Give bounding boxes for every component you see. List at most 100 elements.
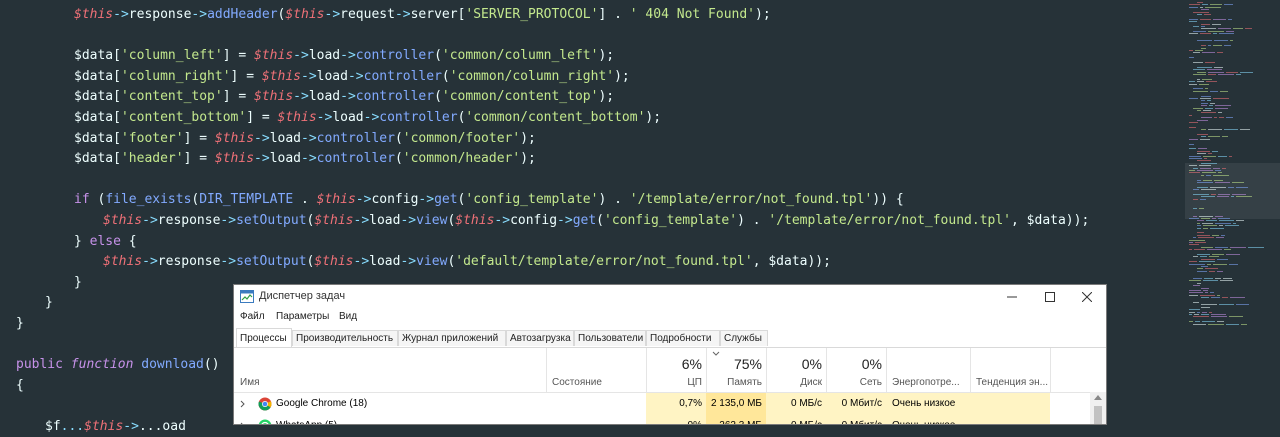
code-line[interactable]: public function download() — [16, 355, 220, 375]
code-line[interactable]: { — [16, 376, 24, 396]
minimap-line — [1193, 208, 1197, 210]
column-status[interactable]: Состояние — [552, 377, 602, 388]
column-memory[interactable]: Память — [708, 377, 762, 388]
minimap-line — [1209, 311, 1212, 313]
code-line[interactable]: $data['footer'] = $this->load->controlle… — [74, 129, 536, 149]
column-power[interactable]: Энергопотре... — [892, 377, 960, 388]
minimap-line — [1208, 129, 1222, 131]
menu-options[interactable]: Параметры — [276, 311, 329, 322]
minimap-line — [1236, 304, 1249, 306]
minimap-line — [1215, 170, 1221, 171]
column-power-trend[interactable]: Тенденция эн... — [976, 377, 1048, 388]
process-disk: 0 МБ/с — [766, 415, 826, 424]
minimap-line — [1230, 246, 1246, 248]
column-cpu[interactable]: ЦП — [648, 377, 702, 388]
minimap-viewport[interactable] — [1185, 163, 1280, 219]
code-token: -> — [254, 130, 270, 146]
minimap-line — [1215, 182, 1230, 183]
code-token: $this — [455, 213, 495, 228]
menu-view[interactable]: Вид — [339, 311, 357, 322]
code-token: ] . — [598, 7, 630, 22]
code-line[interactable]: $data['column_right'] = $this->load->con… — [74, 67, 630, 87]
tab-services[interactable]: Службы — [720, 330, 768, 346]
code-line[interactable]: $data['content_top'] = $this->load->cont… — [74, 87, 614, 107]
title-bar[interactable]: Диспетчер задач — [234, 285, 1106, 309]
code-token: ] = — [230, 68, 262, 84]
minimap-line — [1222, 167, 1226, 169]
scrollbar[interactable] — [1090, 392, 1106, 424]
code-token: load — [269, 151, 302, 167]
close-icon — [1082, 292, 1092, 302]
minimap-line — [1240, 129, 1250, 131]
code-line[interactable]: $data['column_left'] = $this->load->cont… — [74, 46, 614, 66]
code-token: 'column_left' — [120, 48, 223, 64]
code-token: config — [510, 213, 558, 228]
code-token: file_exists — [105, 192, 192, 208]
code-line[interactable]: $f...$this->...oad — [45, 417, 186, 437]
code-token: ( — [596, 213, 604, 228]
code-line[interactable]: $this->response->addHeader($this->reques… — [74, 5, 771, 25]
network-percent[interactable]: 0% — [828, 356, 882, 372]
tab-users[interactable]: Пользователи — [574, 330, 646, 346]
code-line[interactable]: $data['content_bottom'] = $this->load->c… — [74, 108, 661, 128]
code-token: setOutput — [236, 254, 307, 270]
code-line[interactable]: } — [16, 314, 24, 334]
code-token: -> — [418, 192, 435, 208]
process-row[interactable]: WhatsApp (5) 0% 262,3 МБ 0 МБ/с 0 Мбит/с… — [234, 415, 1090, 424]
column-name[interactable]: Имя — [240, 377, 259, 388]
memory-percent[interactable]: 75% — [708, 356, 762, 372]
code-line[interactable]: } else { — [74, 232, 137, 252]
tab-performance[interactable]: Производительность — [292, 330, 398, 346]
cpu-percent[interactable]: 6% — [648, 356, 702, 372]
code-token: load — [316, 68, 348, 84]
minimap-line — [1201, 26, 1205, 27]
minimap-line — [1202, 78, 1212, 80]
code-line[interactable]: $this->response->setOutput($this->load->… — [103, 211, 1089, 231]
minimap-line — [1201, 47, 1206, 49]
column-divider — [886, 348, 887, 392]
column-divider — [706, 348, 707, 392]
code-token: ); — [598, 89, 615, 105]
minimap-line — [1197, 186, 1208, 188]
code-line[interactable]: $data['header'] = $this->load->controlle… — [74, 149, 536, 169]
close-button[interactable] — [1068, 285, 1106, 309]
code-line[interactable]: if (file_exists(DIR_TEMPLATE . $this->co… — [74, 190, 904, 210]
maximize-button[interactable] — [1031, 285, 1069, 309]
disk-percent[interactable]: 0% — [768, 356, 822, 372]
code-line[interactable]: } — [74, 273, 82, 293]
scrollbar-thumb[interactable] — [1094, 406, 1102, 424]
minimap-line — [1202, 52, 1215, 54]
code-token: public — [16, 357, 71, 373]
code-token: 'config_template' — [604, 213, 738, 228]
minimap-line — [1201, 258, 1215, 260]
code-line[interactable]: } — [45, 293, 53, 313]
process-row[interactable]: Google Chrome (18) 0,7% 2 135,0 МБ 0 МБ/… — [234, 393, 1090, 415]
minimap-line — [1225, 225, 1239, 227]
tab-details[interactable]: Подробности — [646, 330, 720, 346]
tab-app-history[interactable]: Журнал приложений — [398, 330, 506, 346]
code-token: -> — [191, 7, 208, 22]
minimap-line — [1197, 66, 1212, 68]
minimap-line — [1189, 126, 1196, 128]
minimap-line — [1201, 105, 1207, 107]
process-cpu: 0% — [646, 415, 706, 424]
minimap[interactable] — [1185, 0, 1280, 425]
menu-file[interactable]: Файл — [240, 311, 265, 322]
window-title: Диспетчер задач — [259, 290, 346, 302]
tab-processes[interactable]: Процессы — [236, 328, 292, 347]
minimap-line — [1195, 50, 1203, 51]
column-network[interactable]: Сеть — [828, 377, 882, 388]
minimap-line — [1200, 256, 1207, 258]
column-disk[interactable]: Диск — [768, 377, 822, 388]
minimap-line — [1201, 23, 1210, 25]
scroll-up-icon[interactable] — [1094, 395, 1102, 401]
minimize-button[interactable] — [993, 285, 1031, 309]
code-line[interactable]: $this->response->setOutput($this->load->… — [103, 252, 831, 272]
tab-startup[interactable]: Автозагрузка — [506, 330, 574, 346]
task-manager-window[interactable]: Диспетчер задач Файл Параметры Вид Проце… — [233, 284, 1107, 425]
code-token: ); — [755, 7, 771, 22]
minimap-line — [1229, 263, 1238, 265]
minimap-line — [1189, 239, 1205, 241]
minimap-line — [1189, 158, 1202, 159]
expand-chevron-icon[interactable] — [240, 400, 246, 408]
